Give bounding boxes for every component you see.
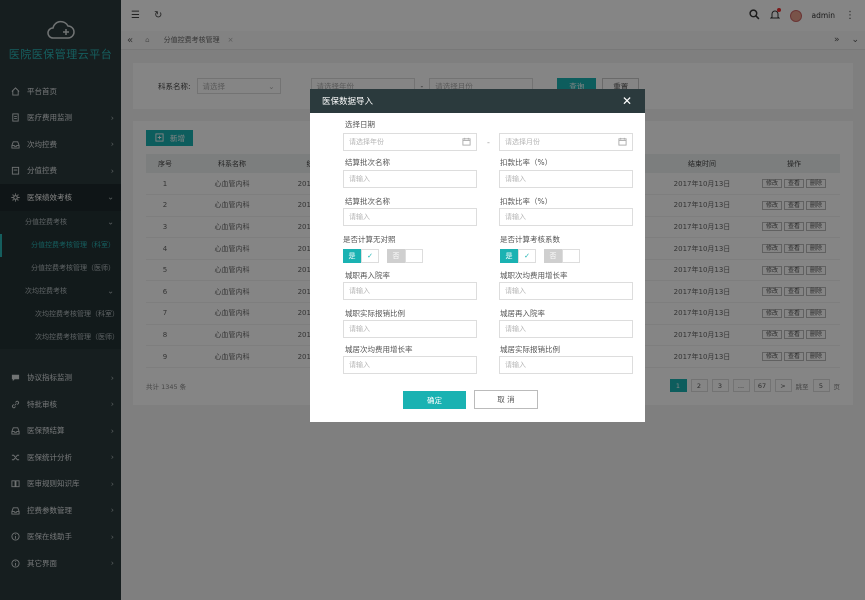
input-placeholder: 请输入 [349, 287, 370, 295]
check-icon[interactable]: ✓ [518, 249, 536, 263]
date-end-placeholder: 请选择月份 [505, 138, 540, 146]
dialog-header: 医保数据导入 ✕ [310, 89, 645, 113]
no-option[interactable]: 否 [544, 249, 562, 263]
date-end-input[interactable]: 请选择月份 [499, 133, 633, 151]
resident-ratio-input[interactable]: 请输入 [499, 356, 633, 374]
batch-name-input-1[interactable]: 请输入 [343, 170, 477, 188]
batch-name-input-2[interactable]: 请输入 [343, 208, 477, 226]
input-placeholder: 请输入 [349, 213, 370, 221]
confirm-button[interactable]: 确定 [403, 391, 466, 409]
input-placeholder: 请输入 [505, 287, 526, 295]
no-option[interactable]: 否 [387, 249, 405, 263]
deduct-rate-input-1[interactable]: 请输入 [499, 170, 633, 188]
urban-ratio-label: 城职实际报销比例 [345, 309, 405, 318]
urban-readmit-label: 城职再入院率 [345, 271, 390, 280]
resident-ratio-label: 城居实际报销比例 [500, 345, 560, 354]
calendar-icon [462, 137, 471, 148]
yes-option[interactable]: 是 [343, 249, 361, 263]
calc-invalid-label: 是否计算无对照 [343, 235, 396, 244]
cancel-button[interactable]: 取 消 [474, 390, 538, 409]
deduct-rate-label-2: 扣款比率（%） [500, 197, 553, 206]
input-placeholder: 请输入 [349, 361, 370, 369]
calc-coef-toggle: 是 ✓ 否 [500, 249, 580, 263]
date-start-placeholder: 请选择年份 [349, 138, 384, 146]
input-placeholder: 请输入 [505, 213, 526, 221]
input-placeholder: 请输入 [505, 325, 526, 333]
import-dialog: 医保数据导入 ✕ 选择日期 请选择年份 - 请选择月份 结算批次名称 扣款比率（… [310, 89, 645, 422]
deduct-rate-input-2[interactable]: 请输入 [499, 208, 633, 226]
input-placeholder: 请输入 [505, 175, 526, 183]
dialog-title: 医保数据导入 [322, 97, 374, 107]
resident-growth-label: 城居次均费用增长率 [345, 345, 413, 354]
date-label: 选择日期 [345, 120, 375, 129]
input-placeholder: 请输入 [505, 361, 526, 369]
resident-readmit-label: 城居再入院率 [500, 309, 545, 318]
urban-ratio-input[interactable]: 请输入 [343, 320, 477, 338]
input-placeholder: 请输入 [349, 325, 370, 333]
calendar-icon [618, 137, 627, 148]
batch-name-label-2: 结算批次名称 [345, 197, 390, 206]
date-range-dash: - [487, 138, 490, 147]
resident-readmit-input[interactable]: 请输入 [499, 320, 633, 338]
batch-name-label-1: 结算批次名称 [345, 158, 390, 167]
input-placeholder: 请输入 [349, 175, 370, 183]
yes-option[interactable]: 是 [500, 249, 518, 263]
deduct-rate-label-1: 扣款比率（%） [500, 158, 553, 167]
urban-growth-input[interactable]: 请输入 [499, 282, 633, 300]
resident-growth-input[interactable]: 请输入 [343, 356, 477, 374]
no-checkbox[interactable] [562, 249, 580, 263]
urban-readmit-input[interactable]: 请输入 [343, 282, 477, 300]
calc-invalid-toggle: 是 ✓ 否 [343, 249, 423, 263]
check-icon[interactable]: ✓ [361, 249, 379, 263]
urban-growth-label: 城职次均费用增长率 [500, 271, 568, 280]
calc-coef-label: 是否计算考核系数 [500, 235, 560, 244]
date-start-input[interactable]: 请选择年份 [343, 133, 477, 151]
close-icon[interactable]: ✕ [622, 94, 632, 108]
no-checkbox[interactable] [405, 249, 423, 263]
